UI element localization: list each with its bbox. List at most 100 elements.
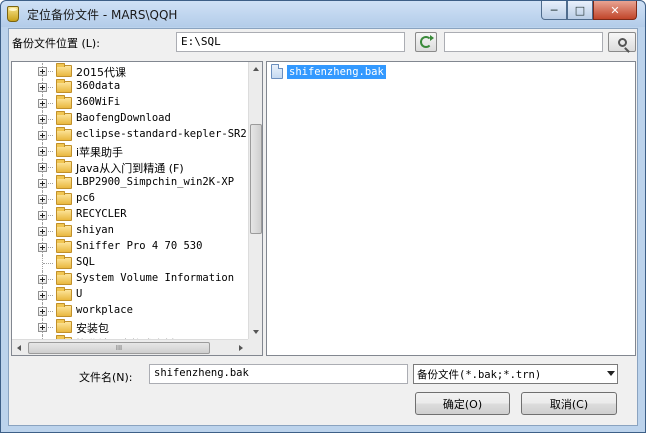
vertical-scroll-thumb[interactable]: [250, 124, 262, 234]
folder-icon: [56, 255, 72, 269]
tree-item[interactable]: LBP2900_Simpchin_win2K-XP: [12, 175, 248, 191]
folder-icon: [56, 191, 72, 205]
tree-item[interactable]: shiyan: [12, 223, 248, 239]
filename-label: 文件名(N):: [79, 371, 133, 384]
filename-field[interactable]: shifenzheng.bak: [149, 364, 408, 384]
tree-item[interactable]: i苹果助手: [12, 143, 248, 159]
arrow-left-icon: [17, 345, 21, 351]
tree-vertical-scrollbar[interactable]: [248, 62, 262, 339]
horizontal-scroll-thumb[interactable]: III: [28, 342, 210, 354]
tree-item-label: pc6: [76, 192, 95, 204]
tree-item[interactable]: Sniffer Pro 4 70 530: [12, 239, 248, 255]
tree-item[interactable]: SQL: [12, 255, 248, 271]
tree-item[interactable]: 360WiFi: [12, 95, 248, 111]
refresh-icon: [420, 35, 434, 48]
tree-item-label: 360data: [76, 80, 121, 92]
chevron-down-icon: [607, 371, 615, 376]
folder-icon: [56, 79, 72, 93]
cancel-label: 取消(C): [549, 397, 589, 411]
cancel-button[interactable]: 取消(C): [521, 392, 617, 415]
arrow-up-icon: [253, 67, 259, 71]
scrollbar-corner: [248, 339, 262, 355]
tree-item[interactable]: BaofengDownload: [12, 111, 248, 127]
tree-item[interactable]: pc6: [12, 191, 248, 207]
backup-location-label: 备份文件位置 (L):: [12, 37, 100, 50]
filetype-select[interactable]: 备份文件(*.bak;*.trn): [413, 364, 618, 384]
expand-icon[interactable]: [38, 275, 47, 284]
maximize-button[interactable]: □: [567, 1, 593, 20]
tree-item-label: BaofengDownload: [76, 112, 171, 124]
expand-icon[interactable]: [38, 323, 47, 332]
tree-item[interactable]: Java从入门到精通 (F): [12, 159, 248, 175]
tree-item[interactable]: 360data: [12, 79, 248, 95]
expand-icon[interactable]: [38, 163, 47, 172]
folder-icon: [56, 319, 72, 333]
database-icon: [7, 6, 19, 22]
tree-item[interactable]: eclipse-standard-kepler-SR2-w: [12, 127, 248, 143]
ok-button[interactable]: 确定(O): [415, 392, 510, 415]
expand-icon[interactable]: [38, 67, 47, 76]
arrow-right-icon: [239, 345, 243, 351]
tree-item-label: LBP2900_Simpchin_win2K-XP: [76, 176, 235, 188]
expand-icon[interactable]: [38, 195, 47, 204]
tree-item[interactable]: System Volume Information: [12, 271, 248, 287]
tree-item-label: RECYCLER: [76, 208, 127, 220]
expand-icon[interactable]: [38, 291, 47, 300]
close-button[interactable]: ✕: [593, 1, 637, 20]
folder-icon: [56, 143, 72, 157]
tree-item[interactable]: 2015代课: [12, 63, 248, 79]
folder-icon: [56, 271, 72, 285]
expand-icon[interactable]: [38, 227, 47, 236]
folder-icon: [56, 175, 72, 189]
tree-item-label: 360WiFi: [76, 96, 121, 108]
search-button[interactable]: [608, 32, 636, 52]
expand-icon[interactable]: [38, 115, 47, 124]
folder-icon: [56, 303, 72, 317]
folder-icon: [56, 127, 72, 141]
folder-icon: [56, 111, 72, 125]
scroll-right-button[interactable]: [234, 340, 248, 355]
refresh-button[interactable]: [415, 32, 437, 52]
minimize-button[interactable]: ─: [541, 1, 567, 20]
tree-item-label: Java从入门到精通 (F): [76, 162, 184, 175]
expand-icon[interactable]: [38, 83, 47, 92]
folder-icon: [56, 95, 72, 109]
scroll-up-button[interactable]: [249, 62, 262, 76]
window-title: 定位备份文件 - MARS\QQH: [27, 8, 178, 22]
scroll-down-button[interactable]: [249, 325, 262, 339]
folder-icon: [56, 287, 72, 301]
expand-icon[interactable]: [38, 147, 47, 156]
folder-tree[interactable]: 2015代课 360data 360WiFi BaofengDownload eclip…: [11, 61, 263, 356]
file-list-item[interactable]: shifenzheng.bak: [269, 64, 386, 79]
expand-icon[interactable]: [38, 99, 47, 108]
folder-icon: [56, 159, 72, 173]
tree-item[interactable]: U: [12, 287, 248, 303]
expand-icon[interactable]: [38, 307, 47, 316]
scroll-left-button[interactable]: [12, 340, 26, 355]
folder-icon: [56, 207, 72, 221]
backup-location-field[interactable]: E:\SQL: [176, 32, 405, 52]
arrow-down-icon: [253, 330, 259, 334]
backup-location-value: E:\SQL: [181, 35, 221, 48]
expand-icon[interactable]: [38, 243, 47, 252]
expand-icon[interactable]: [38, 179, 47, 188]
tree-item-label: 2015代课: [76, 66, 126, 79]
folder-icon: [56, 239, 72, 253]
tree-item[interactable]: RECYCLER: [12, 207, 248, 223]
folder-tree-list: 2015代课 360data 360WiFi BaofengDownload eclip…: [12, 62, 248, 339]
search-input[interactable]: [444, 32, 603, 52]
tree-horizontal-scrollbar[interactable]: III: [12, 339, 248, 355]
tree-item-label: Sniffer Pro 4 70 530: [76, 240, 203, 252]
dialog-body: 备份文件位置 (L): E:\SQL 2015代课 360data 360WiFi B…: [8, 28, 638, 426]
file-icon: [271, 64, 283, 79]
ok-label: 确定(O): [442, 397, 483, 411]
tree-item[interactable]: 安装包: [12, 319, 248, 335]
expand-icon[interactable]: [38, 211, 47, 220]
tree-item[interactable]: workplace: [12, 303, 248, 319]
expand-icon[interactable]: [38, 131, 47, 140]
tree-item-label: U: [76, 288, 83, 300]
file-list[interactable]: shifenzheng.bak: [266, 61, 636, 356]
tree-item-label: eclipse-standard-kepler-SR2-w: [76, 128, 248, 140]
dialog-window: 定位备份文件 - MARS\QQH ─ □ ✕ 备份文件位置 (L): E:\S…: [0, 0, 646, 433]
folder-icon: [56, 63, 72, 77]
